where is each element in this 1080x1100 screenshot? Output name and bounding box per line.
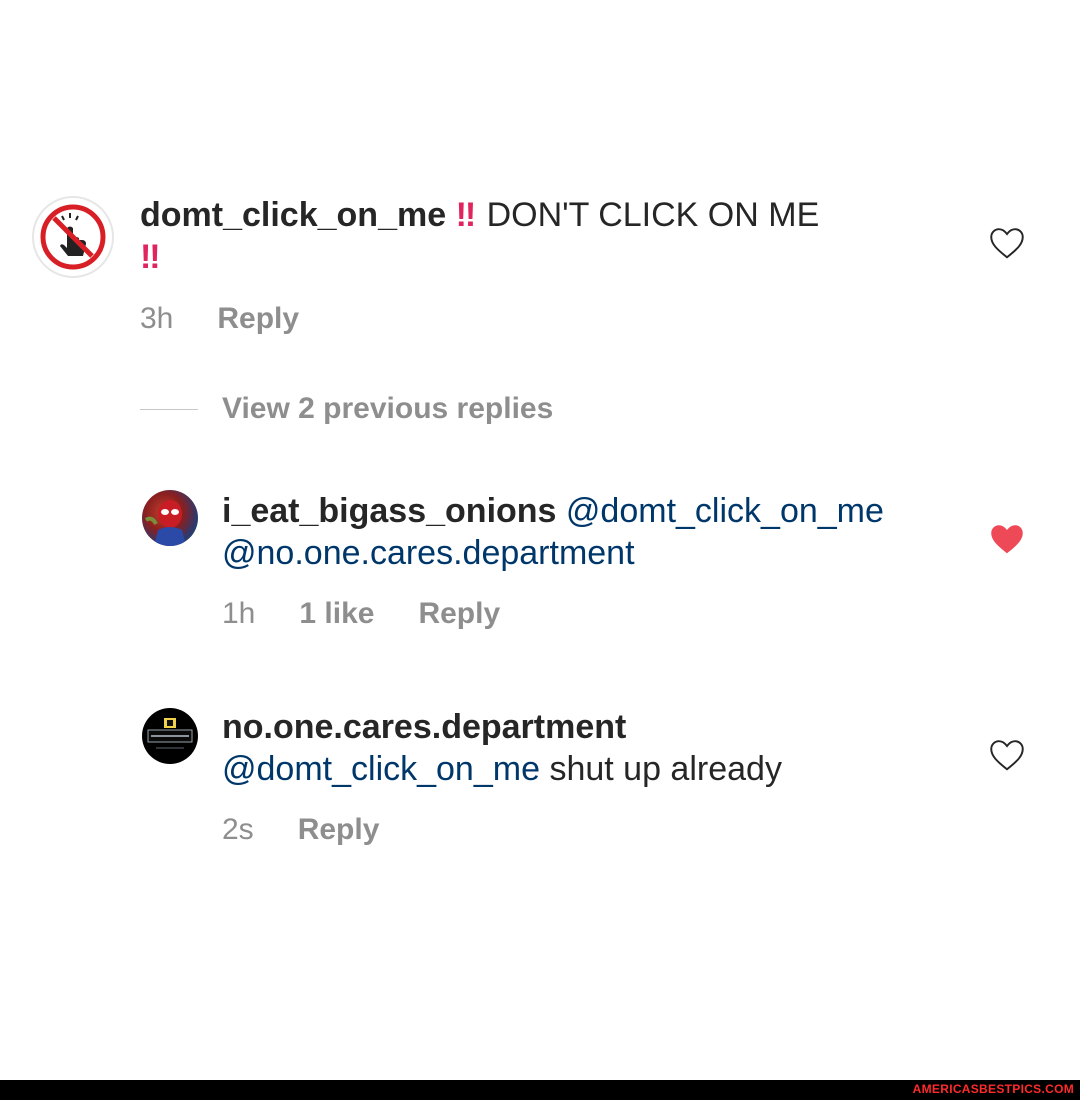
comment-username[interactable]: domt_click_on_me [140, 196, 446, 234]
heart-filled-icon[interactable] [989, 522, 1025, 556]
comment-username[interactable]: i_eat_bigass_onions [222, 492, 556, 530]
comment-time: 3h [140, 302, 174, 335]
no-touch-icon [40, 204, 106, 270]
comment-meta: 1h 1 like Reply [222, 597, 500, 631]
watermark-text: AMERICASBESTPICS.COM [912, 1082, 1074, 1096]
view-previous-replies-button[interactable]: View 2 previous replies [140, 392, 553, 426]
comment-time: 1h [222, 597, 256, 630]
reply-button[interactable]: Reply [217, 302, 299, 336]
avatar[interactable] [142, 490, 198, 546]
comment-body: shut up already [549, 750, 782, 788]
spiderman-avatar [144, 500, 186, 546]
heart-icon[interactable] [989, 738, 1025, 772]
reply-button[interactable]: Reply [418, 597, 500, 631]
mention-link[interactable]: @no.one.cares.department [222, 534, 635, 572]
comment-text: no.one.cares.department @domt_click_on_m… [222, 706, 962, 790]
likes-count[interactable]: 1 like [299, 597, 374, 631]
comment-body: DON'T CLICK ON ME [486, 196, 820, 234]
comment-text: i_eat_bigass_onions @domt_click_on_me @n… [222, 490, 962, 574]
avatar[interactable] [142, 708, 198, 764]
comment-meta: 2s Reply [222, 813, 379, 847]
watermark-bar: AMERICASBESTPICS.COM [0, 1080, 1080, 1100]
comment-text: domt_click_on_me ‼ DON'T CLICK ON ME ‼ [140, 194, 940, 278]
heart-icon[interactable] [989, 226, 1025, 260]
comment-time: 2s [222, 813, 254, 846]
comment-meta: 3h Reply [140, 302, 299, 336]
divider-line [140, 408, 198, 410]
comment-username[interactable]: no.one.cares.department [222, 708, 626, 746]
mention-link[interactable]: @domt_click_on_me [566, 492, 884, 530]
view-replies-label: View 2 previous replies [222, 392, 554, 425]
avatar[interactable] [32, 196, 114, 278]
department-badge-avatar [147, 718, 193, 749]
double-exclamation-emoji: ‼ [455, 196, 478, 234]
reply-button[interactable]: Reply [298, 813, 380, 847]
double-exclamation-emoji: ‼ [140, 238, 162, 276]
mention-link[interactable]: @domt_click_on_me [222, 750, 540, 788]
